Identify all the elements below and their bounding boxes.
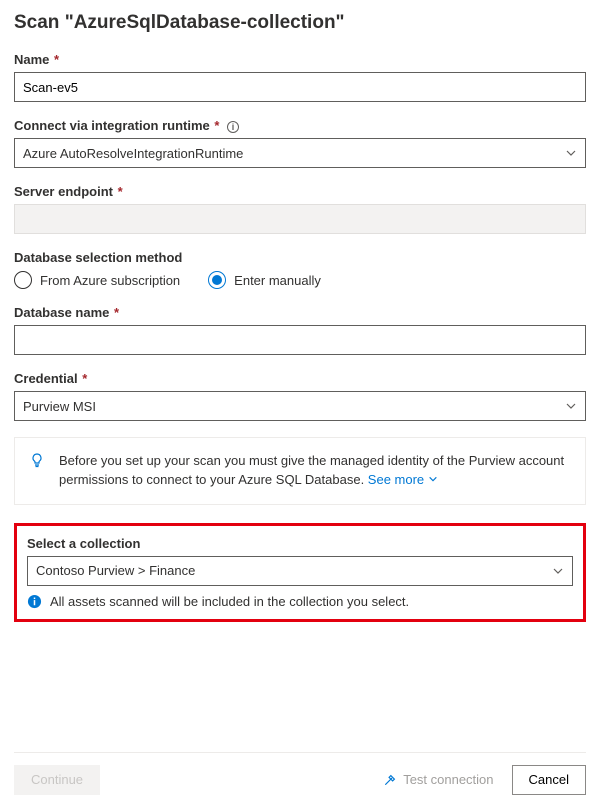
credential-value: Purview MSI <box>23 399 96 414</box>
endpoint-field: Server endpoint * <box>14 184 586 234</box>
dbmethod-field: Database selection method From Azure sub… <box>14 250 586 289</box>
dbname-label: Database name * <box>14 305 586 320</box>
link-text: See more <box>368 472 424 487</box>
chevron-down-icon <box>565 400 577 412</box>
dbmethod-radio-subscription[interactable]: From Azure subscription <box>14 271 180 289</box>
endpoint-label: Server endpoint * <box>14 184 586 199</box>
info-text: Before you set up your scan you must giv… <box>59 453 564 487</box>
collection-note: All assets scanned will be included in t… <box>27 594 573 609</box>
chevron-down-icon <box>428 472 438 487</box>
name-field: Name * <box>14 52 586 102</box>
dbname-label-text: Database name <box>14 305 109 320</box>
runtime-label-text: Connect via integration runtime <box>14 118 210 133</box>
runtime-label: Connect via integration runtime * i <box>14 118 586 133</box>
required-asterisk: * <box>110 305 119 320</box>
page-title: Scan "AzureSqlDatabase-collection" <box>14 12 586 34</box>
info-icon[interactable]: i <box>227 121 239 133</box>
name-label-text: Name <box>14 52 49 67</box>
cancel-button[interactable]: Cancel <box>512 765 586 795</box>
see-more-link[interactable]: See more <box>368 472 438 487</box>
credential-field: Credential * Purview MSI <box>14 371 586 421</box>
endpoint-label-text: Server endpoint <box>14 184 113 199</box>
dbname-field: Database name * <box>14 305 586 355</box>
dbname-input[interactable] <box>14 325 586 355</box>
radio-icon-selected <box>208 271 226 289</box>
chevron-down-icon <box>552 565 564 577</box>
continue-button[interactable]: Continue <box>14 765 100 795</box>
collection-label: Select a collection <box>27 536 573 551</box>
endpoint-input[interactable] <box>14 204 586 234</box>
radio-label: From Azure subscription <box>40 273 180 288</box>
runtime-value: Azure AutoResolveIntegrationRuntime <box>23 146 243 161</box>
runtime-field: Connect via integration runtime * i Azur… <box>14 118 586 168</box>
radio-label: Enter manually <box>234 273 321 288</box>
test-connection-button[interactable]: Test connection <box>383 772 493 787</box>
dbmethod-radio-group: From Azure subscription Enter manually <box>14 271 586 289</box>
required-asterisk: * <box>79 371 88 386</box>
required-asterisk: * <box>114 184 123 199</box>
radio-dot-icon <box>212 275 222 285</box>
collection-select[interactable]: Contoso Purview > Finance <box>27 556 573 586</box>
required-asterisk: * <box>211 118 220 133</box>
info-circle-icon <box>27 594 42 609</box>
collection-value: Contoso Purview > Finance <box>36 563 195 578</box>
name-input[interactable] <box>14 72 586 102</box>
credential-label: Credential * <box>14 371 586 386</box>
lightbulb-icon <box>29 452 45 474</box>
radio-icon <box>14 271 32 289</box>
credential-select[interactable]: Purview MSI <box>14 391 586 421</box>
runtime-select[interactable]: Azure AutoResolveIntegrationRuntime <box>14 138 586 168</box>
plug-icon <box>383 773 397 787</box>
credential-label-text: Credential <box>14 371 78 386</box>
chevron-down-icon <box>565 147 577 159</box>
name-label: Name * <box>14 52 586 67</box>
info-callout: Before you set up your scan you must giv… <box>14 437 586 505</box>
collection-note-text: All assets scanned will be included in t… <box>50 594 409 609</box>
required-asterisk: * <box>50 52 59 67</box>
dbmethod-radio-manual[interactable]: Enter manually <box>208 271 321 289</box>
collection-highlight: Select a collection Contoso Purview > Fi… <box>14 523 586 622</box>
test-connection-label: Test connection <box>403 772 493 787</box>
dbmethod-label: Database selection method <box>14 250 586 265</box>
footer-bar: Continue Test connection Cancel <box>14 752 586 795</box>
